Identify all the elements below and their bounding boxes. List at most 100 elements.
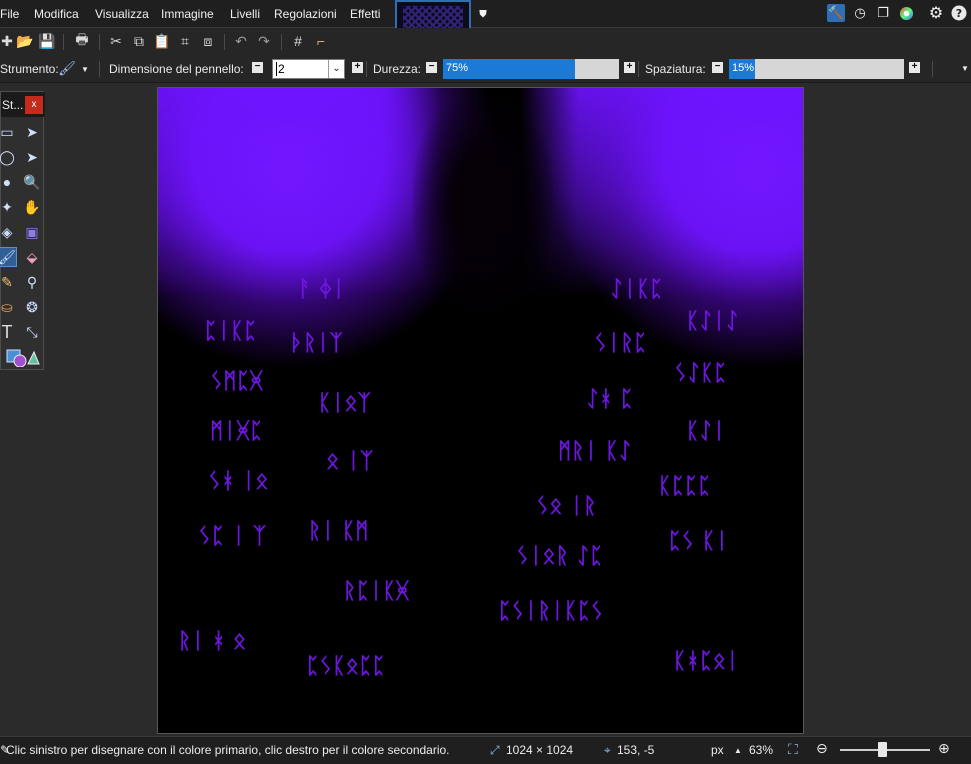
menu-layers[interactable]: Livelli xyxy=(230,7,260,21)
status-bar: ✎ Clic sinistro per disegnare con il col… xyxy=(0,736,971,764)
menu-adjustments[interactable]: Regolazioni xyxy=(274,7,337,21)
gear-icon[interactable]: ⚙ xyxy=(927,4,945,22)
zoom-slider-thumb[interactable] xyxy=(878,742,887,757)
menu-bar: File Modifica Visualizza Immagine Livell… xyxy=(0,0,971,52)
tools-window: St... x ▭ ➤ ◯ ➤ ● 🔍 ✦ ✋ ◈ ▣ 🖌 ⬙ ✎ ⚲ ⛀ ❂ … xyxy=(0,91,45,370)
brush-size-value[interactable]: 2 xyxy=(276,62,285,76)
rune-glyph: ᛇᚼ ᛈ xyxy=(586,387,633,412)
pencil-icon[interactable]: ✎ xyxy=(0,272,17,292)
grid-icon[interactable]: # xyxy=(289,32,307,50)
brush-size-decrease-button[interactable]: − xyxy=(252,62,263,73)
tools-window-header[interactable]: St... x xyxy=(1,92,45,117)
rune-glyph: ᚱᛁ ᛕᛗ xyxy=(308,519,368,544)
menu-file[interactable]: File xyxy=(0,7,19,21)
open-file-icon[interactable]: 📂 xyxy=(16,32,34,50)
rune-glyph: ᛊᛈ ᛁ ᛉ xyxy=(198,524,267,549)
rectangle-select-icon[interactable]: ▭ xyxy=(0,122,17,142)
svg-text:?: ? xyxy=(956,7,962,20)
hardness-value: 75% xyxy=(446,62,469,74)
zoom-to-fit-icon[interactable]: ⛶ xyxy=(788,741,798,758)
print-icon[interactable]: 🖶 xyxy=(73,31,91,50)
move-selection-icon[interactable]: ➤ xyxy=(22,147,42,167)
spacing-value: 15% xyxy=(732,62,755,74)
line-curve-icon[interactable]: ⤡ xyxy=(22,322,42,342)
tool-options-bar: Strumento: 🖌 ▼ Dimensione del pennello: … xyxy=(0,55,971,83)
lasso-select-icon[interactable]: ◯ xyxy=(0,147,17,167)
hardness-decrease-button[interactable]: − xyxy=(426,62,437,73)
chevron-up-icon[interactable]: ▲ xyxy=(734,746,742,755)
magic-wand-icon[interactable]: ✦ xyxy=(0,197,17,217)
cursor-position-icon: ⌖ xyxy=(604,743,611,757)
undo-icon[interactable]: ↶ xyxy=(232,32,250,50)
text-tool-icon[interactable]: T xyxy=(0,322,17,342)
zoom-level[interactable]: 63% xyxy=(749,743,773,757)
ellipse-select-icon[interactable]: ● xyxy=(0,172,17,192)
toolbar-divider xyxy=(224,34,225,50)
tab-menu-icon[interactable]: ⛊ xyxy=(474,5,492,23)
spacing-decrease-button[interactable]: − xyxy=(712,62,723,73)
overflow-chevron-icon[interactable]: ▼ xyxy=(961,64,969,73)
eraser-icon[interactable]: ⬙ xyxy=(22,247,42,267)
menu-edit[interactable]: Modifica xyxy=(34,7,79,21)
help-icon[interactable]: ? xyxy=(950,4,968,22)
brush-size-label: Dimensione del pennello: xyxy=(109,62,244,76)
rune-glyphs: ᚨ ᛄᛁ ᛈᛁᛕᛈ ᚦᚱᛁᛉ ᛊᛗᛈᚸ ᛕᛁᛟᛉ ᛗᛁᚸᛈ ᛟ ᛁᛉ ᛊᚼ ᛁᛟ… xyxy=(178,277,739,679)
clock-history-icon[interactable]: ◷ xyxy=(851,4,869,22)
hardness-increase-button[interactable]: + xyxy=(624,62,635,73)
shapes-icon[interactable] xyxy=(5,348,41,368)
zoom-in-icon[interactable]: ⊕ xyxy=(938,740,950,757)
chevron-down-icon[interactable]: ⌄ xyxy=(328,60,344,78)
image-size: 1024 × 1024 xyxy=(506,743,574,757)
chevron-down-icon[interactable]: ▼ xyxy=(81,65,89,74)
redo-icon[interactable]: ↷ xyxy=(255,32,273,50)
hardness-label: Durezza: xyxy=(373,62,422,76)
paint-bucket-icon[interactable]: ◈ xyxy=(0,222,17,242)
crop-to-selection-icon[interactable]: ⌗ xyxy=(176,32,194,50)
units-selector[interactable]: px xyxy=(711,743,724,757)
paintbrush-tool-icon[interactable]: 🖌 xyxy=(0,247,17,267)
recolor-icon[interactable]: ❂ xyxy=(22,297,42,317)
tool-label: Strumento: xyxy=(0,62,59,76)
image-canvas[interactable]: ᚨ ᛄᛁ ᛈᛁᛕᛈ ᚦᚱᛁᛉ ᛊᛗᛈᚸ ᛕᛁᛟᛉ ᛗᛁᚸᛈ ᛟ ᛁᛉ ᛊᚼ ᛁᛟ… xyxy=(157,87,804,734)
new-image-icon[interactable]: ✚ xyxy=(0,32,16,50)
deselect-icon[interactable]: ⧈ xyxy=(199,32,217,50)
hammer-icon[interactable]: 🔨 xyxy=(827,4,845,22)
zoom-icon[interactable]: 🔍 xyxy=(22,172,42,192)
rune-glyph: ᛈᛊᛕᛟᛈᛈ xyxy=(306,654,385,679)
paste-icon[interactable]: 📋 xyxy=(153,32,171,50)
spacing-label: Spaziatura: xyxy=(645,62,706,76)
options-divider xyxy=(932,61,933,77)
ruler-icon[interactable]: ⌐ xyxy=(312,32,330,50)
spacing-increase-button[interactable]: + xyxy=(909,62,920,73)
status-hint: Clic sinistro per disegnare con il color… xyxy=(6,743,450,757)
layers-icon[interactable]: ❐ xyxy=(874,4,892,22)
rune-glyph: ᛊᛗᛈᚸ xyxy=(210,369,264,394)
copy-icon[interactable]: ⧉ xyxy=(130,32,148,50)
cut-icon[interactable]: ✂ xyxy=(107,32,125,50)
gradient-icon[interactable]: ▣ xyxy=(22,222,42,242)
rune-glyph: ᛊᚼ ᛁᛟ xyxy=(208,469,268,494)
hardness-slider[interactable]: 75% xyxy=(443,59,619,79)
brush-size-combobox[interactable]: 2 ⌄ xyxy=(272,59,345,79)
rune-glyph: ᛊᛁᛟᚱ ᛇᛈ xyxy=(516,544,603,569)
rune-glyph: ᛟ ᛁᛉ xyxy=(326,449,374,474)
clone-stamp-icon[interactable]: ⛀ xyxy=(0,297,17,317)
move-selected-icon[interactable]: ➤ xyxy=(22,122,42,142)
spacing-slider[interactable]: 15% xyxy=(729,59,904,79)
rune-glyph: ᛗᚱᛁ ᛕᛇ xyxy=(558,439,632,464)
pan-hand-icon[interactable]: ✋ xyxy=(22,197,42,217)
paintbrush-icon[interactable]: 🖌 xyxy=(58,59,76,77)
menu-image[interactable]: Immagine xyxy=(161,7,214,21)
color-wheel-icon[interactable] xyxy=(897,4,915,22)
color-picker-icon[interactable]: ⚲ xyxy=(22,272,42,292)
brush-size-increase-button[interactable]: + xyxy=(352,62,363,73)
rune-glyph: ᚱᛈᛁᛕᚸ xyxy=(343,579,410,604)
menu-effects[interactable]: Effetti xyxy=(350,7,380,21)
zoom-out-icon[interactable]: ⊖ xyxy=(816,740,828,757)
close-button[interactable]: x xyxy=(25,96,43,114)
rune-glyph: ᛈᛁᛕᛈ xyxy=(204,319,257,344)
save-icon[interactable]: 💾 xyxy=(38,32,56,50)
menu-view[interactable]: Visualizza xyxy=(95,7,149,21)
rune-glyph: ᛕᛇᛁᛇ xyxy=(686,309,739,334)
rune-glyph: ᛊᛇᛕᛈ xyxy=(674,361,727,386)
